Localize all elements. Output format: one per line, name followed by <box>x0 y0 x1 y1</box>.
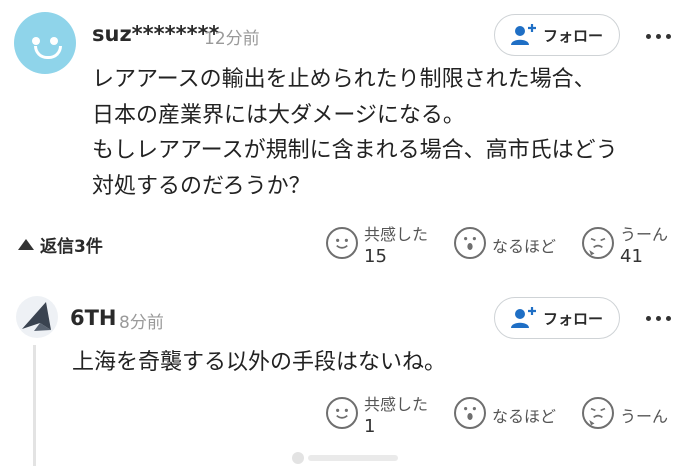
thread-line <box>33 345 36 466</box>
avatar-mouth <box>34 46 62 59</box>
reaction-label: 共感した <box>364 395 429 414</box>
comment-line: もしレアアースが規制に含まれる場合、高市氏はどう <box>92 138 618 163</box>
avatar-eye-right <box>50 37 58 45</box>
sweat-face-icon <box>582 397 614 429</box>
reaction-count: 41 <box>620 246 643 267</box>
add-user-icon <box>510 24 536 45</box>
follow-label: フォロー <box>542 26 603 45</box>
comment-line: 上海を奇襲する以外の手段はないね。 <box>72 350 447 375</box>
smile-face-icon <box>326 227 358 259</box>
stealth-jet-avatar-icon <box>22 302 51 331</box>
reaction-label: うーん <box>620 407 669 426</box>
follow-label: フォロー <box>542 309 603 328</box>
reaction-count: 1 <box>364 416 376 437</box>
watermark-logo <box>292 452 398 464</box>
replies-label: 返信3件 <box>40 237 103 257</box>
reaction-count: 15 <box>364 246 387 267</box>
comment-line: 日本の産業界には大ダメージになる。 <box>92 102 465 128</box>
follow-button[interactable]: フォロー <box>494 14 620 56</box>
dot <box>655 315 661 321</box>
sweat-face-icon <box>582 227 614 259</box>
dot <box>665 315 671 321</box>
surprised-face-icon <box>454 397 486 429</box>
dot <box>645 315 651 321</box>
surprised-face-icon <box>454 227 486 259</box>
comment-body: レアアースの輸出を止められたり制限された場合、 日本の産業界には大ダメージになる… <box>92 62 618 204</box>
reaction-label: なるほど <box>492 237 557 256</box>
reaction-label: 共感した <box>364 225 429 244</box>
add-user-icon <box>510 307 536 328</box>
timestamp: 12分前 <box>204 29 260 49</box>
dot <box>655 33 661 39</box>
comment-line: 対処するのだろうか？ <box>92 173 311 199</box>
dot <box>645 33 651 39</box>
comment-feed: suz******** 12分前 フォロー レアアースの輸出を止められたり制限さ… <box>0 0 690 476</box>
dot <box>665 33 671 39</box>
avatar-eye-left <box>32 37 40 45</box>
caret-up-icon <box>18 239 34 250</box>
timestamp: 8分前 <box>119 313 164 333</box>
username[interactable]: suz******** <box>92 22 220 46</box>
follow-button[interactable]: フォロー <box>494 297 620 339</box>
reaction-label: なるほど <box>492 407 557 426</box>
smile-face-icon <box>326 397 358 429</box>
avatar[interactable] <box>14 12 76 74</box>
more-options-icon[interactable] <box>640 24 676 48</box>
reaction-label: うーん <box>620 225 669 244</box>
replies-toggle[interactable]: 返信3件 <box>18 232 103 257</box>
comment-line: レアアースの輸出を止められたり制限された場合、 <box>92 67 596 92</box>
avatar[interactable] <box>16 296 58 338</box>
more-options-icon[interactable] <box>640 306 676 330</box>
username[interactable]: 6TH <box>70 306 117 330</box>
comment-body: 上海を奇襲する以外の手段はないね。 <box>72 345 446 381</box>
